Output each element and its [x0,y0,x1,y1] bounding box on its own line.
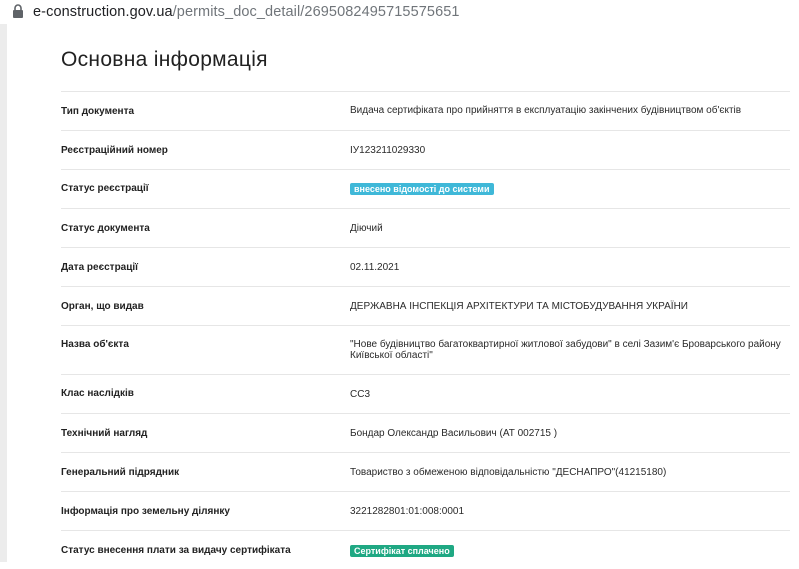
row-value: Товариство з обмеженою відповідальністю … [350,467,667,478]
row-value: "Нове будівництво багатоквартирної житло… [350,339,781,361]
table-row: Статус реєстрації внесено відомості до с… [61,169,790,208]
row-value: 3221282801:01:008:0001 [350,506,465,517]
row-value: Видача сертифіката про прийняття в експл… [350,105,742,116]
info-table: Тип документа Видача сертифіката про при… [61,91,790,569]
table-row: Орган, що видав ДЕРЖАВНА ІНСПЕКЦІЯ АРХІТ… [61,286,790,325]
table-row: Інформація про земельну ділянку 32212828… [61,491,790,530]
row-label: Статус реєстрації [61,183,149,194]
row-value: 02.11.2021 [350,262,400,273]
table-row: Тип документа Видача сертифіката про при… [61,91,790,130]
row-value: СС3 [350,389,371,400]
table-row: Генеральний підрядник Товариство з обмеж… [61,452,790,491]
page-left-border [0,24,7,562]
address-bar[interactable]: e-construction.gov.ua/permits_doc_detail… [0,0,799,24]
row-value: Бондар Олександр Васильович (АТ 002715 ) [350,428,558,439]
row-label: Тип документа [61,106,135,117]
page-title: Основна інформація [61,48,268,71]
table-row: Технічний нагляд Бондар Олександр Василь… [61,413,790,452]
lock-icon [13,4,23,18]
payment-status-badge: Сертифікат сплачено [350,545,454,557]
row-value: внесено відомості до системи [350,170,790,208]
row-label: Назва об'єкта [61,339,129,350]
row-label: Технічний нагляд [61,428,148,439]
row-label: Статус документа [61,223,150,234]
info-card: Основна інформація Тип документа Видача … [7,24,799,562]
table-row: Назва об'єкта "Нове будівництво багатокв… [61,325,790,374]
row-value: ІУ123211029330 [350,145,426,156]
table-row: Клас наслідків СС3 [61,374,790,413]
row-label: Орган, що видав [61,301,144,312]
row-label: Статус внесення плати за видачу сертифік… [61,545,291,556]
row-value: Сертифікат сплачено [350,531,790,569]
url-domain: e-construction.gov.ua [33,4,173,20]
row-value: Діючий [350,223,383,234]
table-row: Дата реєстрації 02.11.2021 [61,247,790,286]
row-label: Реєстраційний номер [61,145,168,156]
table-row: Статус внесення плати за видачу сертифік… [61,530,790,569]
row-label: Клас наслідків [61,388,134,399]
url-path: /permits_doc_detail/2695082495715575651 [172,4,460,20]
status-badge: внесено відомості до системи [350,183,494,195]
row-label: Генеральний підрядник [61,467,180,478]
table-row: Реєстраційний номер ІУ123211029330 [61,130,790,169]
row-label: Дата реєстрації [61,262,138,273]
row-value: ДЕРЖАВНА ІНСПЕКЦІЯ АРХІТЕКТУРИ ТА МІСТОБ… [350,301,688,312]
row-label: Інформація про земельну ділянку [61,506,230,517]
table-row: Статус документа Діючий [61,208,790,247]
